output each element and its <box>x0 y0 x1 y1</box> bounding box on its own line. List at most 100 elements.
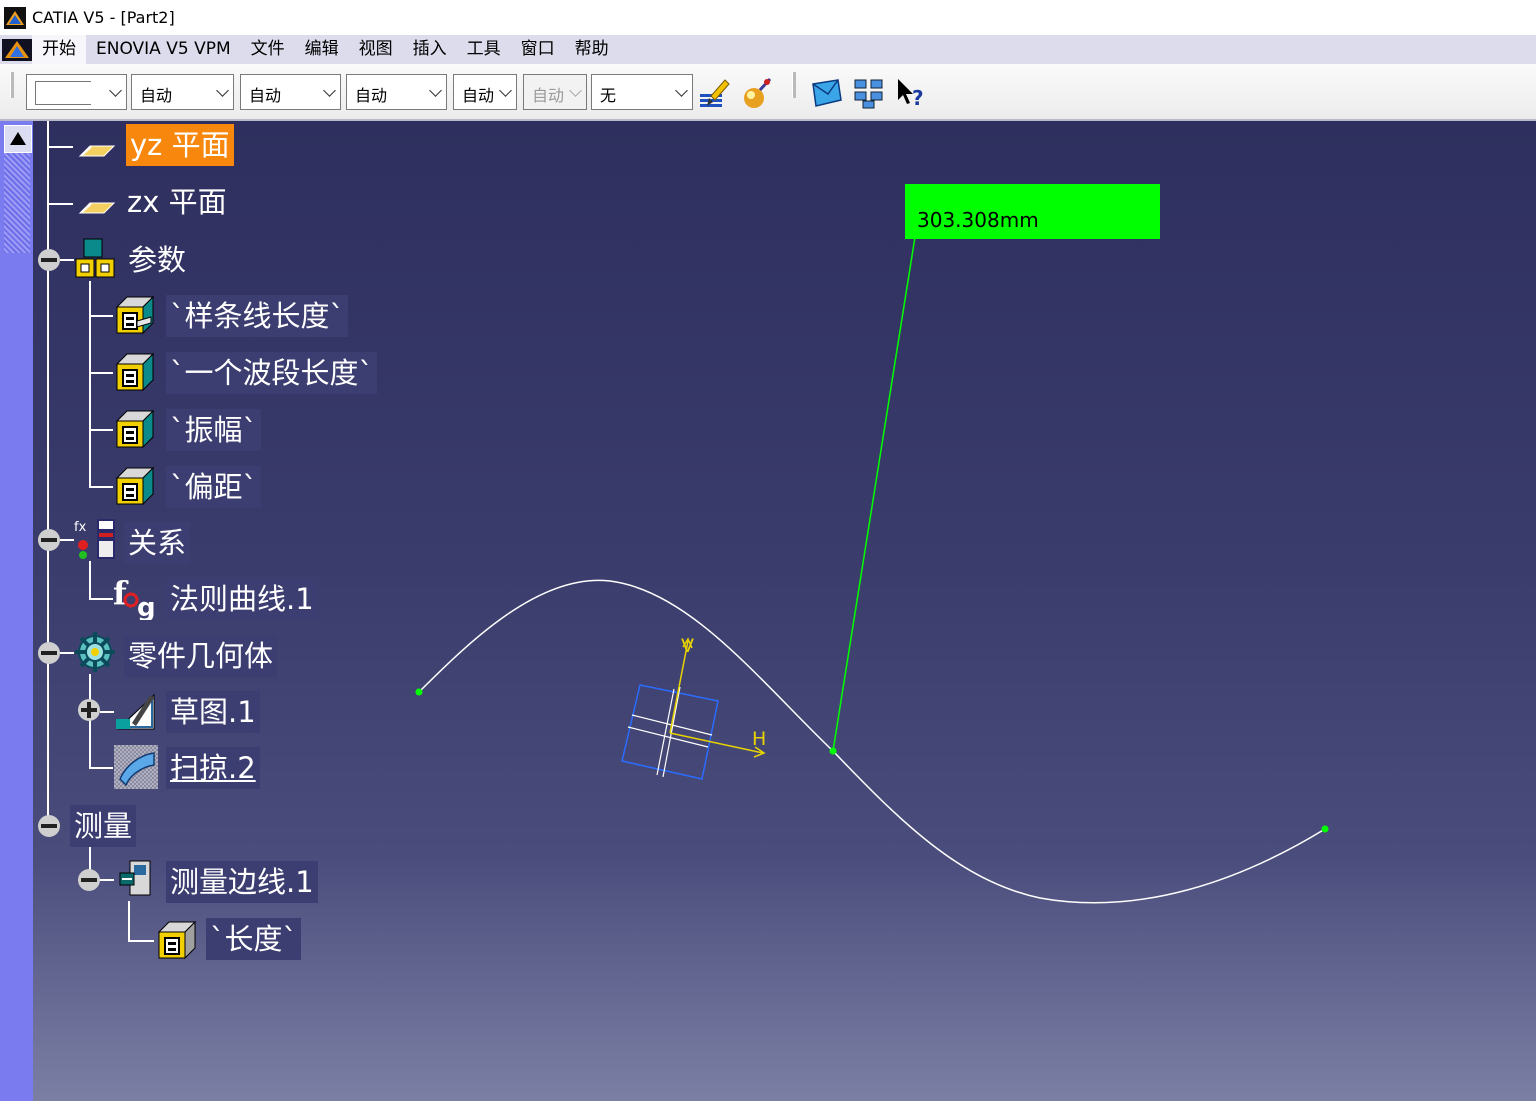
tree-node-yz-plane[interactable]: yz 平面 <box>126 124 234 166</box>
tree-node-zx-plane[interactable]: zx 平面 <box>123 181 231 223</box>
chevron-down-icon <box>499 84 512 97</box>
menu-edit[interactable]: 编辑 <box>295 35 349 64</box>
tree-connector <box>89 281 91 487</box>
curve-endpoint <box>1321 825 1329 833</box>
measurement-value: 303.308mm <box>917 208 1039 232</box>
plane-icon[interactable] <box>74 126 118 170</box>
parameter-icon[interactable] <box>113 350 157 394</box>
law-fog-icon[interactable]: fg <box>113 574 157 623</box>
parameter-icon[interactable] <box>113 407 157 451</box>
measure-leader-line <box>832 236 916 752</box>
tree-node-sweep[interactable]: 扫掠.2 <box>166 747 260 789</box>
view-mode-icon[interactable] <box>852 76 886 110</box>
sketch-axis-h-label: H <box>752 728 766 750</box>
tree-connector <box>128 901 130 941</box>
collapse-toggle-icon[interactable] <box>37 248 61 272</box>
toolbar-grip[interactable] <box>10 72 14 98</box>
tree-node-amplitude[interactable]: `振幅` <box>166 409 262 451</box>
line-type-combo[interactable]: 自动 <box>240 74 341 110</box>
curve-endpoint <box>415 688 423 696</box>
tree-connector <box>128 940 154 942</box>
tree-node-relations[interactable]: 关系 <box>124 522 191 564</box>
menu-help[interactable]: 帮助 <box>565 35 619 64</box>
sketch-icon[interactable] <box>114 689 158 733</box>
tree-node-measure-edge[interactable]: 测量边线.1 <box>166 861 318 903</box>
collapse-toggle-icon[interactable] <box>37 814 61 838</box>
spline-curve <box>418 579 1326 904</box>
tree-node-measure[interactable]: 测量 <box>70 805 137 847</box>
toolbar-grip[interactable] <box>792 72 796 98</box>
tree-connector <box>47 146 73 148</box>
parameter-icon[interactable] <box>155 918 199 962</box>
collapse-toggle-icon[interactable] <box>77 868 101 892</box>
tree-connector <box>47 121 49 821</box>
tree-connector <box>89 561 91 599</box>
window-title: CATIA V5 - [Part2] <box>32 8 175 27</box>
tree-connector <box>89 486 113 488</box>
tree-node-offset[interactable]: `偏距` <box>166 466 262 508</box>
relations-icon[interactable]: fx <box>73 517 117 561</box>
catia-icon <box>4 6 26 29</box>
expand-toggle-icon[interactable] <box>77 698 101 722</box>
scroll-up-button[interactable] <box>4 125 32 153</box>
point-symbol-combo[interactable]: 自动 <box>346 74 447 110</box>
tree-connector <box>100 711 114 713</box>
chevron-down-icon <box>569 84 582 97</box>
apply-material-icon[interactable] <box>740 76 774 110</box>
chevron-down-icon <box>675 84 688 97</box>
menu-insert[interactable]: 插入 <box>403 35 457 64</box>
tree-connector <box>100 879 114 881</box>
title-bar: CATIA V5 - [Part2] <box>0 0 1536 35</box>
sweep-icon[interactable] <box>114 745 158 789</box>
measure-edge-icon[interactable] <box>116 857 160 901</box>
plane-icon[interactable] <box>74 183 118 227</box>
tree-node-parameters[interactable]: 参数 <box>124 239 190 281</box>
collapse-toggle-icon[interactable] <box>37 528 61 552</box>
tree-node-length[interactable]: `长度` <box>206 918 302 960</box>
open-catalog-icon[interactable] <box>810 76 844 110</box>
chevron-down-icon <box>216 84 229 97</box>
tree-connector <box>47 203 73 205</box>
tree-connector <box>60 259 74 261</box>
line-color-swatch <box>35 81 91 105</box>
menu-bar: 开始 ENOVIA V5 VPM 文件 编辑 视图 插入 工具 窗口 帮助 <box>0 35 1536 64</box>
measurement-label[interactable]: 303.308mm <box>905 184 1160 239</box>
layer-combo[interactable]: 自动 <box>453 74 517 110</box>
tree-node-law-curve[interactable]: 法则曲线.1 <box>166 578 318 620</box>
parameters-icon[interactable] <box>74 237 118 281</box>
menu-file[interactable]: 文件 <box>241 35 295 64</box>
menu-view[interactable]: 视图 <box>349 35 403 64</box>
tree-node-sketch[interactable]: 草图.1 <box>166 691 260 733</box>
painter-brush-icon[interactable] <box>697 76 731 110</box>
collapse-toggle-icon[interactable] <box>37 641 61 665</box>
scroll-thumb[interactable] <box>4 153 30 253</box>
layer-name-combo[interactable]: 无 <box>591 74 693 110</box>
line-color-combo[interactable] <box>26 74 127 110</box>
menu-start[interactable]: 开始 <box>32 35 86 64</box>
tree-connector <box>89 429 113 431</box>
rendering-style-combo[interactable]: 自动 <box>523 74 587 110</box>
tree-node-spline-length[interactable]: `样条线长度` <box>166 295 349 337</box>
chevron-down-icon <box>429 84 442 97</box>
menu-window[interactable]: 窗口 <box>511 35 565 64</box>
part-body-icon[interactable] <box>73 630 117 674</box>
tree-node-part-body[interactable]: 零件几何体 <box>124 635 278 677</box>
tree-scrollbar[interactable] <box>0 121 33 1101</box>
whats-this-help-icon[interactable]: ? <box>895 76 929 110</box>
catia-logo-icon[interactable] <box>2 38 32 62</box>
sketch-axis-v-label: V <box>681 635 694 657</box>
tree-connector <box>60 652 74 654</box>
tree-connector <box>89 767 113 769</box>
parameter-icon[interactable] <box>113 293 157 337</box>
sketch-axis-system: V H <box>621 635 766 780</box>
svg-text:fx: fx <box>74 520 87 535</box>
chevron-down-icon <box>323 84 336 97</box>
menu-tools[interactable]: 工具 <box>457 35 511 64</box>
measure-point <box>829 747 837 755</box>
parameter-icon[interactable] <box>113 464 157 508</box>
line-thickness-combo[interactable]: 自动 <box>131 74 234 110</box>
graphic-properties-toolbar: 自动 自动 自动 自动 自动 无 ? <box>0 64 1536 121</box>
3d-viewport[interactable]: V H 303.308mm yz 平面 zx 平面 参数 `样条线长度` `一个… <box>0 121 1536 1101</box>
menu-enovia[interactable]: ENOVIA V5 VPM <box>86 35 241 64</box>
tree-node-wave-length[interactable]: `一个波段长度` <box>166 352 378 394</box>
